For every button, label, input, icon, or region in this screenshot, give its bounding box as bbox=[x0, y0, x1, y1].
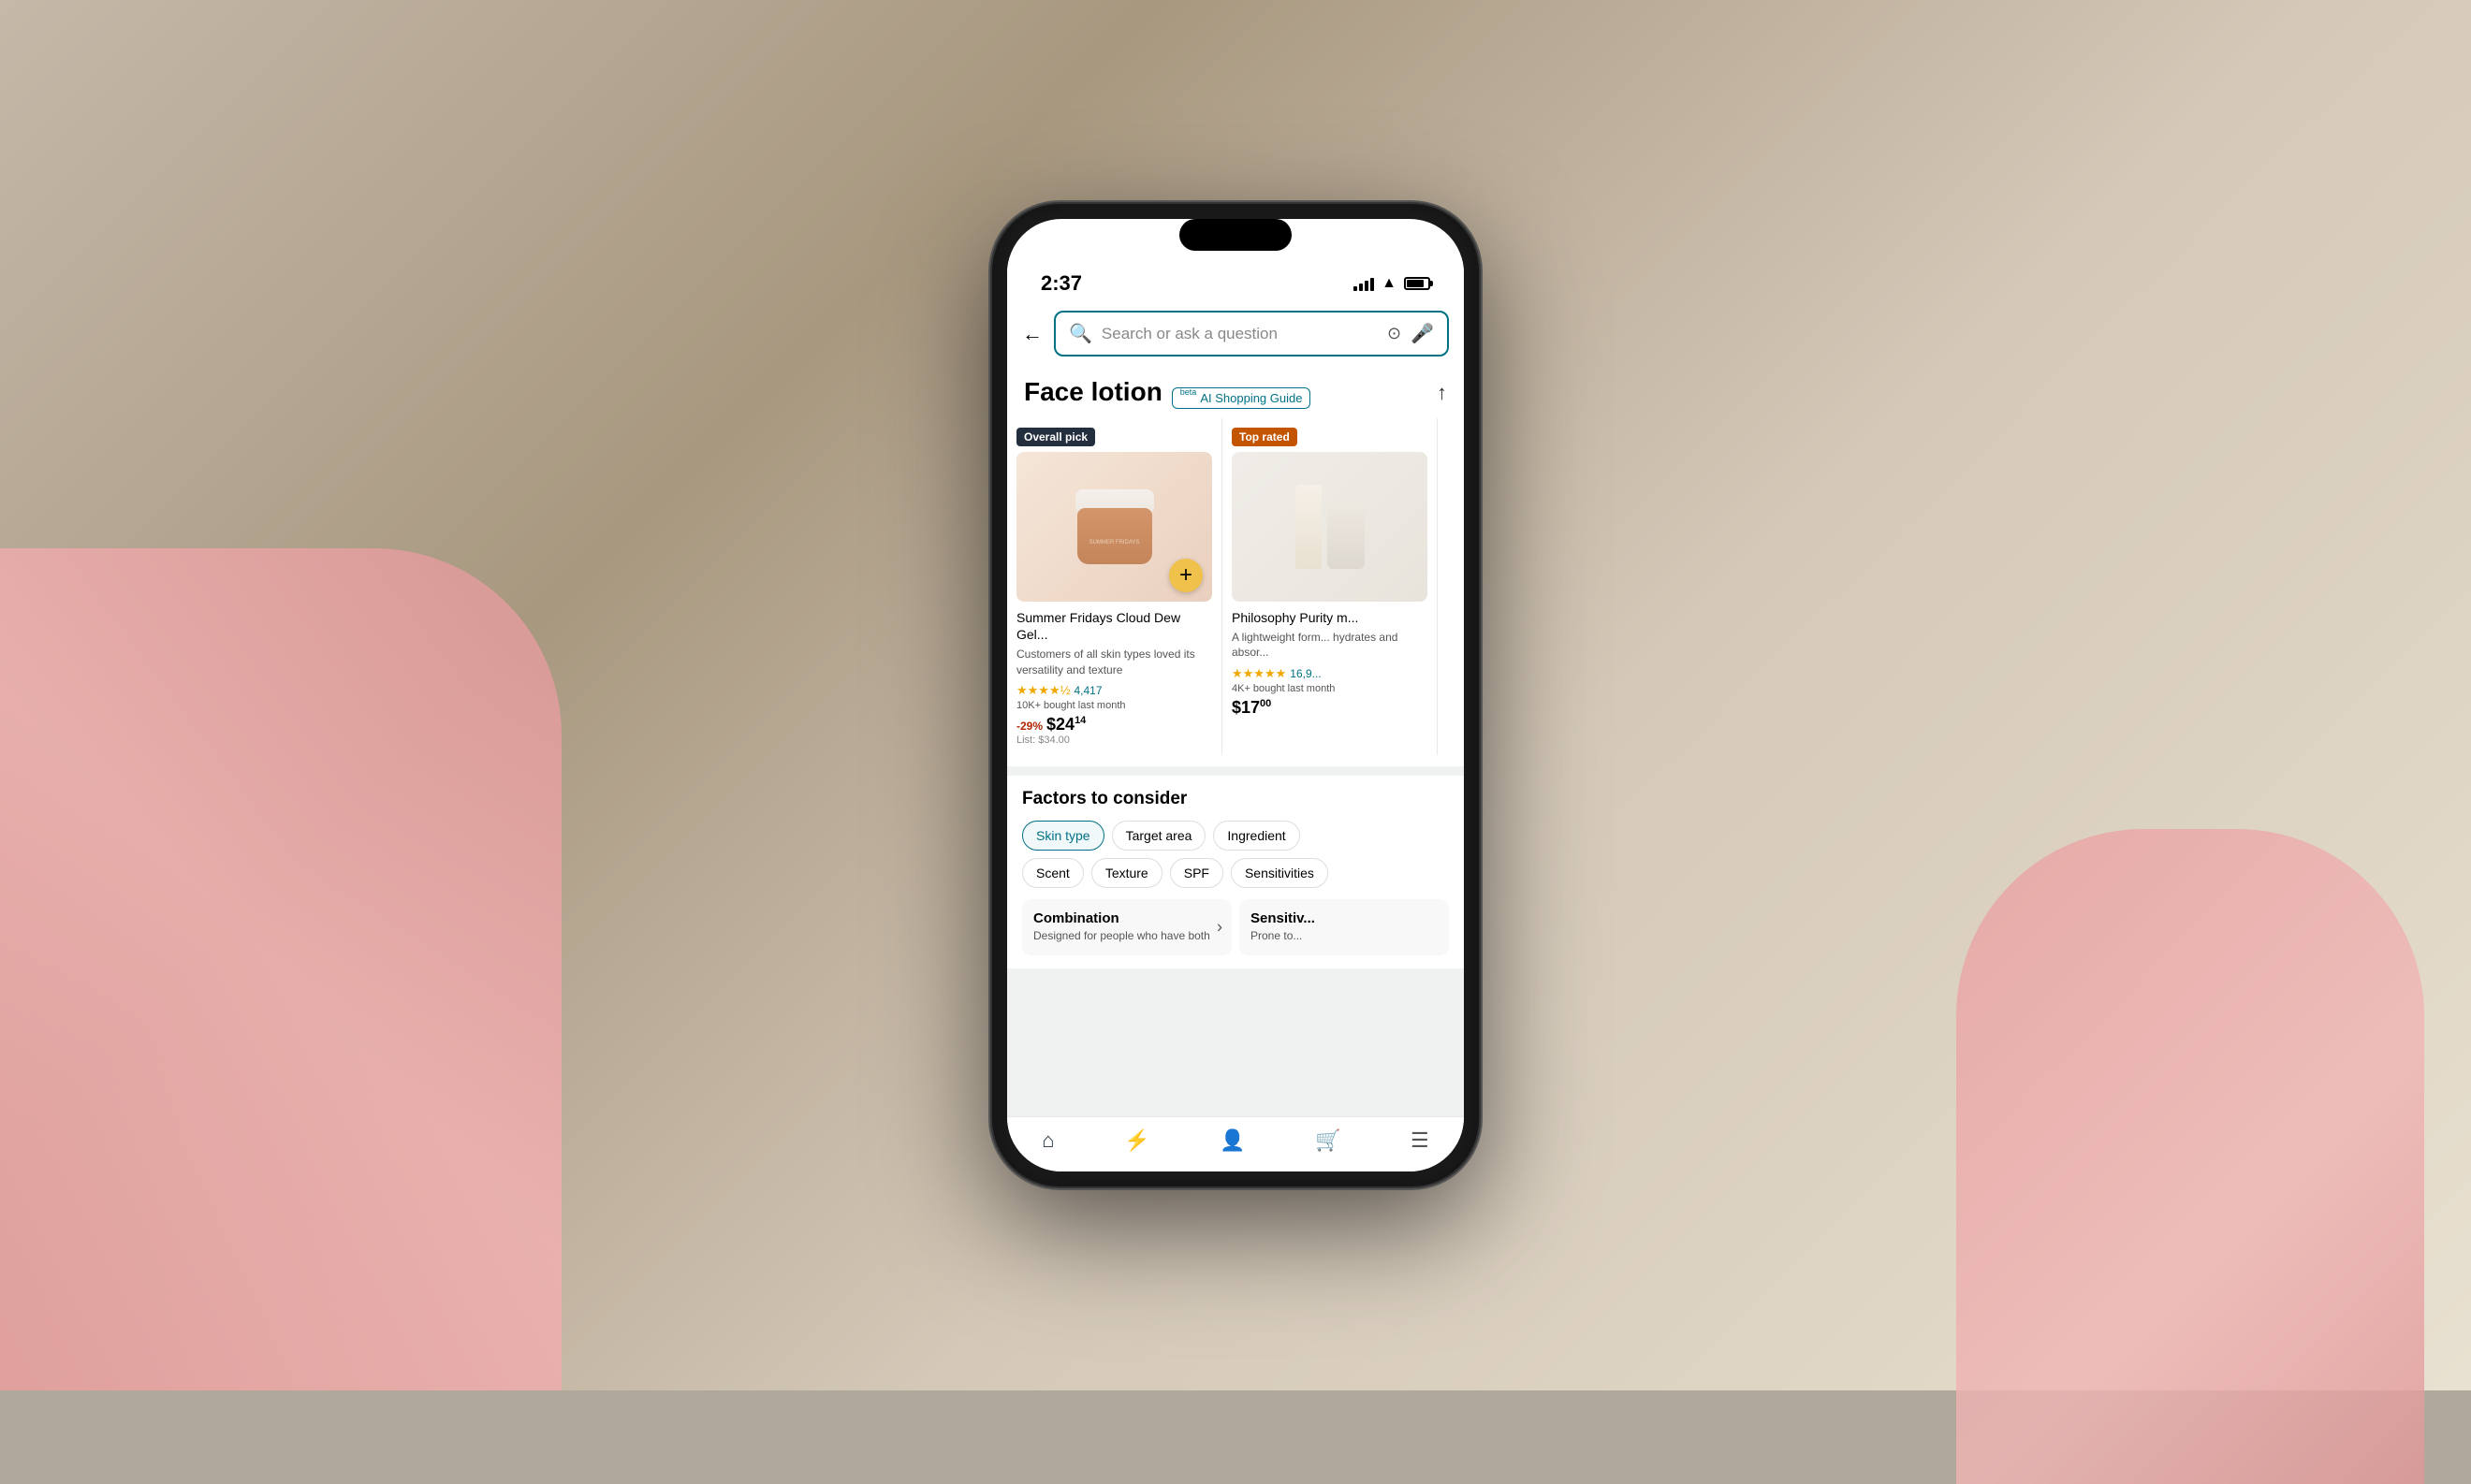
products-section: Overall pick SUMMER FRIDAYS + Summer Fri… bbox=[1007, 418, 1464, 767]
product-desc-1: Customers of all skin types loved its ve… bbox=[1016, 647, 1212, 678]
nav-profile[interactable]: 👤 bbox=[1220, 1128, 1245, 1153]
price-row-2: $1700 bbox=[1232, 698, 1427, 718]
hand-left bbox=[0, 548, 562, 1390]
signal-icon bbox=[1353, 276, 1374, 291]
nav-activity[interactable]: ⚡ bbox=[1124, 1128, 1149, 1153]
bought-text-2: 4K+ bought last month bbox=[1232, 683, 1427, 694]
bought-text-1: 10K+ bought last month bbox=[1016, 700, 1212, 711]
stars-1: ★★★★½ bbox=[1016, 683, 1070, 698]
product-card-2[interactable]: Top rated Philosophy Purity m... A light… bbox=[1222, 418, 1438, 756]
stars-row-2: ★★★★★ 16,9... bbox=[1232, 666, 1427, 681]
bottom-nav: ⌂ ⚡ 👤 🛒 ☰ bbox=[1007, 1116, 1464, 1171]
battery-icon bbox=[1404, 277, 1430, 290]
combination-desc: Designed for people who have both bbox=[1033, 928, 1221, 944]
nav-cart[interactable]: 🛒 bbox=[1315, 1128, 1340, 1153]
home-icon: ⌂ bbox=[1042, 1128, 1054, 1153]
menu-icon: ☰ bbox=[1411, 1128, 1429, 1153]
stars-row-1: ★★★★½ 4,417 bbox=[1016, 683, 1212, 698]
status-time: 2:37 bbox=[1041, 271, 1082, 296]
chip-sensitivities[interactable]: Sensitivities bbox=[1231, 858, 1328, 888]
price-main-1: $2414 bbox=[1046, 715, 1086, 735]
bottles-illustration bbox=[1295, 485, 1365, 569]
content-area: Face lotion beta AI Shopping Guide ↑ Ove… bbox=[1007, 364, 1464, 1116]
ai-guide-text: AI Shopping Guide bbox=[1200, 391, 1302, 405]
product-image-1: SUMMER FRIDAYS + bbox=[1016, 452, 1212, 602]
cream-jar-illustration: SUMMER FRIDAYS bbox=[1077, 489, 1152, 564]
chip-ingredient[interactable]: Ingredient bbox=[1213, 821, 1299, 851]
product-desc-2: A lightweight form... hydrates and absor… bbox=[1232, 630, 1427, 662]
product-name-2: Philosophy Purity m... bbox=[1232, 609, 1427, 626]
activity-icon: ⚡ bbox=[1124, 1128, 1149, 1153]
top-rated-badge: Top rated bbox=[1232, 428, 1297, 446]
overall-pick-badge: Overall pick bbox=[1016, 428, 1095, 446]
page-header: Face lotion beta AI Shopping Guide ↑ bbox=[1007, 364, 1464, 418]
chip-target-area[interactable]: Target area bbox=[1112, 821, 1206, 851]
price-main-2: $1700 bbox=[1232, 698, 1271, 718]
status-icons: ▲ bbox=[1353, 275, 1430, 292]
phone-frame: 2:37 ▲ ← 🔍 bbox=[992, 204, 1479, 1186]
back-button[interactable]: ← bbox=[1022, 322, 1043, 346]
factors-section: Factors to consider Skin type Target are… bbox=[1007, 776, 1464, 968]
price-row-1: -29% $2414 bbox=[1016, 715, 1212, 735]
price-cents-2: 00 bbox=[1260, 698, 1271, 709]
share-button[interactable]: ↑ bbox=[1437, 381, 1447, 405]
product-name-1: Summer Fridays Cloud Dew Gel... bbox=[1016, 609, 1212, 643]
hand-right bbox=[1956, 829, 2424, 1484]
skin-panel-row: Combination Designed for people who have… bbox=[1022, 899, 1449, 955]
price-discount-1: -29% bbox=[1016, 720, 1043, 733]
factors-chips-row-2: Scent Texture SPF Sensitivities bbox=[1022, 858, 1449, 888]
review-count-2: 16,9... bbox=[1290, 667, 1321, 680]
sensitive-title: Sensitiv... bbox=[1250, 910, 1438, 926]
nav-menu[interactable]: ☰ bbox=[1411, 1128, 1429, 1153]
chip-spf[interactable]: SPF bbox=[1170, 858, 1223, 888]
factors-chips-row: Skin type Target area Ingredient bbox=[1022, 821, 1449, 851]
chip-skin-type[interactable]: Skin type bbox=[1022, 821, 1104, 851]
nav-home[interactable]: ⌂ bbox=[1042, 1128, 1054, 1153]
dynamic-island bbox=[1179, 219, 1292, 251]
product-card-1[interactable]: Overall pick SUMMER FRIDAYS + Summer Fri… bbox=[1007, 418, 1222, 756]
product-image-2 bbox=[1232, 452, 1427, 602]
factors-title: Factors to consider bbox=[1022, 789, 1449, 809]
search-bar-row: ← 🔍 Search or ask a question ⊙ 🎤 bbox=[1007, 303, 1464, 364]
sensitive-desc: Prone to... bbox=[1250, 928, 1438, 944]
review-count-1: 4,417 bbox=[1074, 684, 1102, 697]
camera-icon[interactable]: ⊙ bbox=[1387, 324, 1401, 343]
phone-screen: 2:37 ▲ ← 🔍 bbox=[1007, 219, 1464, 1171]
phone-wrapper: 2:37 ▲ ← 🔍 bbox=[992, 204, 1479, 1186]
combination-title: Combination bbox=[1033, 910, 1221, 926]
sensitive-panel[interactable]: Sensitiv... Prone to... bbox=[1239, 899, 1449, 955]
status-bar: 2:37 ▲ bbox=[1007, 258, 1464, 303]
cart-icon: 🛒 bbox=[1315, 1128, 1340, 1153]
price-list-1: List: $34.00 bbox=[1016, 735, 1212, 746]
panel-arrow-icon: › bbox=[1217, 918, 1222, 938]
search-input[interactable]: Search or ask a question bbox=[1102, 325, 1378, 343]
stars-2: ★★★★★ bbox=[1232, 666, 1286, 681]
chip-texture[interactable]: Texture bbox=[1091, 858, 1162, 888]
search-bar[interactable]: 🔍 Search or ask a question ⊙ 🎤 bbox=[1054, 311, 1449, 356]
chip-scent[interactable]: Scent bbox=[1022, 858, 1084, 888]
page-title-row: Face lotion beta AI Shopping Guide bbox=[1024, 377, 1310, 409]
page-title: Face lotion bbox=[1024, 377, 1162, 407]
price-cents-1: 14 bbox=[1075, 715, 1086, 726]
add-to-cart-button-1[interactable]: + bbox=[1169, 559, 1203, 592]
ai-guide-badge[interactable]: beta AI Shopping Guide bbox=[1172, 387, 1311, 409]
microphone-icon[interactable]: 🎤 bbox=[1411, 322, 1434, 345]
wifi-icon: ▲ bbox=[1382, 275, 1396, 292]
combination-panel[interactable]: Combination Designed for people who have… bbox=[1022, 899, 1232, 955]
profile-icon: 👤 bbox=[1220, 1128, 1245, 1153]
beta-badge: beta bbox=[1180, 387, 1197, 397]
search-icon: 🔍 bbox=[1069, 322, 1092, 345]
